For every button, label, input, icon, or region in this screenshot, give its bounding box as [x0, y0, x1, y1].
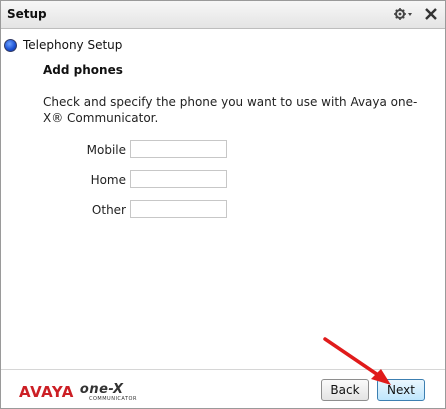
step-indicator-icon — [4, 38, 17, 52]
home-label: Home — [90, 173, 126, 187]
step-telephony-setup: Telephony Setup — [4, 37, 122, 53]
setup-window: Setup Telephony Setup Add phones Check a… — [0, 0, 446, 409]
other-field-row: Other — [1, 200, 126, 220]
other-input[interactable] — [130, 200, 227, 218]
step-label: Telephony Setup — [23, 38, 123, 52]
mobile-field-row: Mobile — [1, 140, 126, 160]
mobile-input[interactable] — [130, 140, 227, 158]
other-label: Other — [91, 203, 126, 217]
title-bar: Setup — [1, 1, 445, 29]
section-heading: Add phones — [43, 63, 123, 77]
avaya-onex-logo: AVAYA one-X COMMUNICATOR — [19, 379, 136, 402]
close-icon[interactable] — [421, 4, 441, 24]
logo-product: one-X — [79, 382, 124, 397]
red-arrow-icon — [323, 337, 391, 385]
logo-brand: AVAYA — [19, 383, 74, 401]
window-title: Setup — [7, 7, 47, 21]
gear-icon[interactable] — [393, 4, 415, 24]
logo-subtitle: COMMUNICATOR — [89, 396, 137, 402]
home-input[interactable] — [130, 170, 227, 188]
home-field-row: Home — [1, 170, 126, 190]
mobile-label: Mobile — [86, 143, 126, 157]
section-description: Check and specify the phone you want to … — [43, 95, 418, 125]
